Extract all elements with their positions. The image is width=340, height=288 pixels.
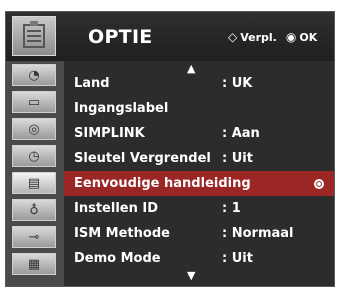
move-arrows-icon: ◇ [228,30,238,44]
menu-item-label: Sleutel Vergrendel [74,151,211,166]
option-icon[interactable]: ▤ [12,172,56,194]
menu-item-value: : UK [222,76,253,91]
page-title: OPTIE [88,26,153,48]
picture-icon[interactable]: ▭ [12,91,56,113]
menu-item-demo-mode[interactable]: Demo Mode : Uit [64,246,334,271]
menu-item-label: ISM Methode [74,226,170,241]
move-hint-label: Verpl. [240,30,277,44]
usb-icon[interactable]: ▦ [12,253,56,275]
menu-item-value: : 1 [222,201,241,216]
screen: OPTIE ◇ Verpl. ◉ OK ◔ ▭ ◎ ◷ ▤ ♁ ⊸ ▦ ▲ La… [0,0,340,288]
time-icon[interactable]: ◷ [12,145,56,167]
menu-item-value: : Normaal [222,226,294,241]
menu-item-label: Ingangslabel [74,101,169,116]
menu-item-label: Land [74,76,110,91]
option-menu-panel: OPTIE ◇ Verpl. ◉ OK ◔ ▭ ◎ ◷ ▤ ♁ ⊸ ▦ ▲ La… [5,11,335,287]
menu-item-label: Eenvoudige handleiding [74,176,251,191]
option-list: ▲ Land : UK Ingangslabel SIMPLINK : Aan … [64,61,334,286]
menu-item-label: Demo Mode [74,251,161,266]
menu-item-ism-methode[interactable]: ISM Methode : Normaal [64,221,334,246]
input-icon[interactable]: ⊸ [12,226,56,248]
menu-item-value: : Uit [222,251,253,266]
ok-hint-label: OK [299,30,318,44]
menu-item-eenvoudige-handleiding[interactable]: Eenvoudige handleiding [64,171,334,196]
scroll-down-arrow-icon[interactable]: ▼ [187,269,195,282]
menu-item-value: : Uit [222,151,253,166]
navigation-hint: ◇ Verpl. ◉ OK [228,30,317,44]
menu-item-ingangslabel[interactable]: Ingangslabel [64,96,334,121]
menu-item-value: : Aan [222,126,260,141]
menu-item-simplink[interactable]: SIMPLINK : Aan [64,121,334,146]
menu-item-instellen-id[interactable]: Instellen ID : 1 [64,196,334,221]
menu-item-land[interactable]: Land : UK [64,71,334,96]
lock-icon[interactable]: ♁ [12,199,56,221]
satellite-dish-icon[interactable]: ◔ [12,64,56,86]
menu-item-label: Instellen ID [74,201,158,216]
option-menu-icon [12,16,56,56]
menu-item-sleutel-vergrendel[interactable]: Sleutel Vergrendel : Uit [64,146,334,171]
category-sidebar: ◔ ▭ ◎ ◷ ▤ ♁ ⊸ ▦ [6,61,64,286]
ok-button-icon: ◉ [285,30,297,44]
ok-radio-icon [314,178,324,189]
menu-header: OPTIE ◇ Verpl. ◉ OK [6,12,334,61]
menu-item-label: SIMPLINK [74,126,145,141]
audio-icon[interactable]: ◎ [12,118,56,140]
